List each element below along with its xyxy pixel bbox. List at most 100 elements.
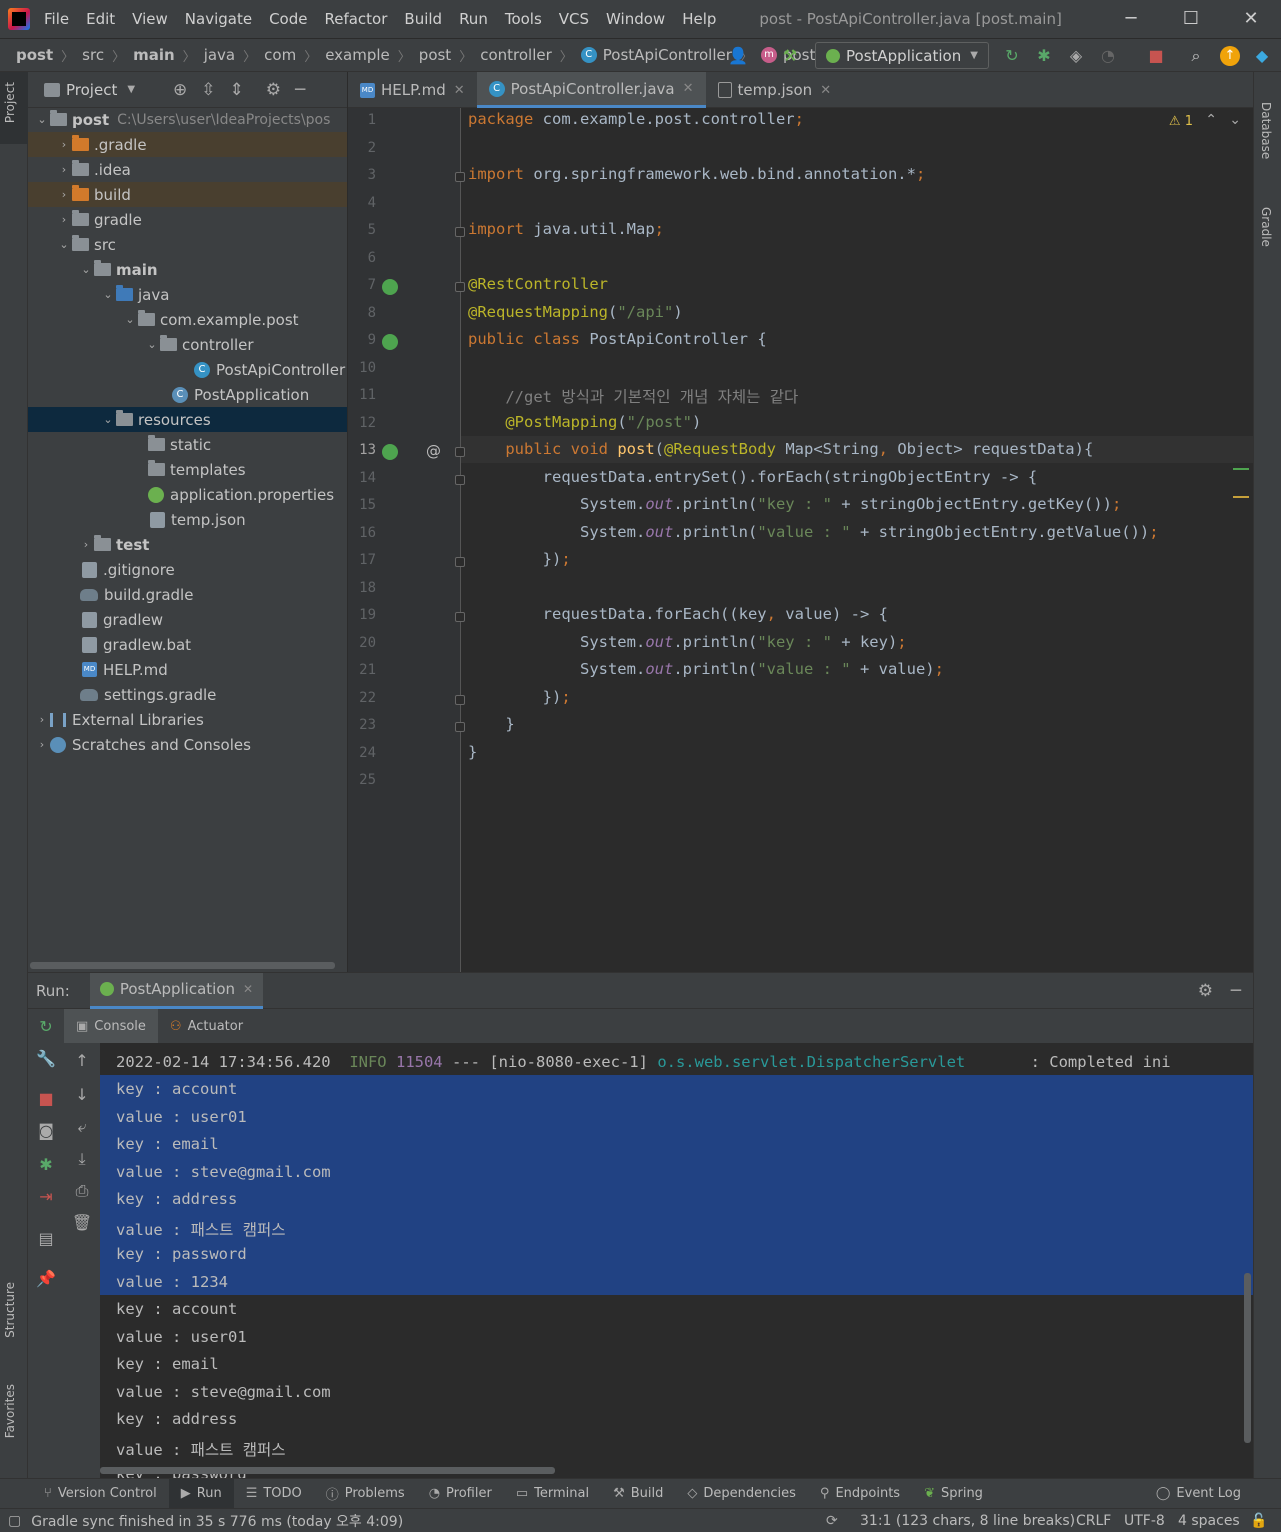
close-icon[interactable]: ✕ [1221,0,1281,38]
menu-window[interactable]: Window [606,10,665,28]
tab-terminal[interactable]: ▭ Terminal [504,1479,601,1509]
tab-endpoints[interactable]: ⚲ Endpoints [808,1479,912,1509]
fold-marker[interactable] [455,227,465,237]
spring-run-gutter-icon[interactable] [382,279,398,295]
tool-windows-icon[interactable]: ▢ [8,1513,21,1529]
minimize-icon[interactable]: ─ [1101,0,1161,38]
project-panel-title[interactable]: Project [66,81,117,99]
crumb-main[interactable]: main [133,46,175,64]
run-tab-post-application[interactable]: PostApplication ✕ [89,972,264,1009]
close-tab-icon[interactable]: ✕ [683,81,694,96]
menu-file[interactable]: File [44,10,69,28]
menu-tools[interactable]: Tools [505,10,542,28]
tree-item[interactable]: ⌄ com.example.post [28,307,347,332]
tree-item[interactable]: MD HELP.md [28,657,347,682]
crumb-controller[interactable]: controller [480,46,552,64]
menu-run[interactable]: Run [459,10,488,28]
crumb-post[interactable]: post [16,46,53,64]
vertical-scrollbar[interactable] [1244,1273,1251,1443]
tree-item[interactable]: ⌄ resources [28,407,347,432]
progress-icon[interactable]: ⟳ [826,1513,838,1529]
tree-item[interactable]: › build [28,182,347,207]
structure-tool-tab[interactable]: Structure [3,1282,17,1338]
menu-refactor[interactable]: Refactor [324,10,387,28]
caret-position[interactable]: 31:1 (123 chars, 8 line breaks) [860,1513,1075,1529]
chevron-down-icon[interactable]: ▼ [127,84,135,95]
tree-item[interactable]: ⌄ main [28,257,347,282]
tab-todo[interactable]: ☰ TODO [234,1479,314,1509]
menu-vcs[interactable]: VCS [559,10,589,28]
tab-dependencies[interactable]: ◇ Dependencies [675,1479,808,1509]
tab-spring[interactable]: ❦ Spring [912,1479,995,1509]
debug-icon[interactable]: ✱ [34,1155,58,1174]
tab-post-api-controller[interactable]: C PostApiController.java ✕ [476,72,706,108]
gear-icon[interactable]: ⚙ [1198,981,1213,1001]
tree-item[interactable]: C PostApiController [28,357,347,382]
menu-edit[interactable]: Edit [86,10,115,28]
tree-item[interactable]: › test [28,532,347,557]
stop-icon[interactable]: ■ [34,1089,58,1108]
crumb-java[interactable]: java [204,46,235,64]
tab-version-control[interactable]: ⑂ Version Control [32,1479,169,1509]
collapse-all-icon[interactable]: ⇕ [230,80,244,100]
database-tool-tab[interactable]: Database [1259,102,1273,159]
favorites-tool-tab[interactable]: Favorites [3,1384,17,1438]
console-output[interactable]: 2022-02-14 17:34:56.420 INFO 11504 --- [… [100,1043,1253,1479]
run-config-select[interactable]: PostApplication ▼ [815,42,989,69]
profile-icon[interactable]: ◔ [1098,46,1118,66]
tree-item[interactable]: › gradle [28,207,347,232]
horizontal-scrollbar[interactable] [30,962,335,969]
tree-item[interactable]: .gitignore [28,557,347,582]
menu-view[interactable]: View [132,10,168,28]
hide-icon[interactable]: ─ [295,80,305,100]
gradle-tool-tab[interactable]: Gradle [1259,207,1273,247]
tab-event-log[interactable]: ◯ Event Log [1144,1479,1253,1509]
tree-item[interactable]: › External Libraries [28,707,347,732]
wrench-icon[interactable]: 🔧 [34,1049,58,1068]
fold-marker[interactable] [455,722,465,732]
camera-icon[interactable]: ◙ [34,1121,58,1140]
warning-indicator[interactable]: ⚠ 1 [1169,114,1193,129]
tree-item[interactable]: temp.json [28,507,347,532]
fold-marker[interactable] [455,474,465,485]
tree-item[interactable]: application.properties [28,482,347,507]
spring-run-gutter-icon[interactable] [382,334,398,350]
crumb-class[interactable]: PostApiController [603,46,732,64]
tree-item[interactable]: › .idea [28,157,347,182]
fold-marker[interactable] [455,282,465,292]
fold-marker[interactable] [455,447,465,457]
debug-icon[interactable]: ✱ [1034,46,1054,66]
soft-wrap-icon[interactable]: ⤶ [70,1117,94,1137]
tab-problems[interactable]: ⓘ Problems [314,1479,417,1509]
tree-item[interactable]: ⌄ java [28,282,347,307]
toolbox-icon[interactable]: ◆ [1252,46,1272,66]
tree-item[interactable]: ⌄ src [28,232,347,257]
horizontal-scrollbar[interactable] [100,1467,555,1474]
scroll-to-end-icon[interactable]: ⤓ [70,1149,94,1169]
menu-help[interactable]: Help [682,10,716,28]
tree-item[interactable]: templates [28,457,347,482]
crumb-src[interactable]: src [82,46,104,64]
tree-item[interactable]: gradlew.bat [28,632,347,657]
fold-marker[interactable] [455,557,465,567]
tab-console[interactable]: ▣ Console [64,1009,158,1043]
tree-item[interactable]: static [28,432,347,457]
code-editor[interactable]: 1 2 3 4 5 6 7 8 9 10 11 12 13 14 15 16 17 18 19 20 21 22 23 24 2… [348,108,1253,972]
tree-item[interactable]: › .gradle [28,132,347,157]
locate-icon[interactable]: ⊕ [173,80,187,100]
tab-profiler[interactable]: ◔ Profiler [417,1479,504,1509]
tab-actuator[interactable]: ⚇ Actuator [158,1009,255,1043]
maximize-icon[interactable]: ☐ [1161,0,1221,38]
fold-marker[interactable] [455,172,465,182]
layout-icon[interactable]: ▤ [34,1229,58,1248]
tree-item[interactable]: C PostApplication [28,382,347,407]
fold-marker[interactable] [455,694,465,705]
project-tool-tab[interactable]: Project [3,82,17,123]
menu-code[interactable]: Code [269,10,307,28]
arrow-down-icon[interactable]: ↓ [70,1085,94,1104]
file-encoding[interactable]: UTF-8 [1124,1513,1165,1529]
print-icon[interactable]: ⎙ [70,1181,94,1201]
tab-temp-json[interactable]: temp.json ✕ [706,72,844,108]
tab-build[interactable]: ⚒ Build [601,1479,675,1509]
crumb-post-pkg[interactable]: post [419,46,451,64]
